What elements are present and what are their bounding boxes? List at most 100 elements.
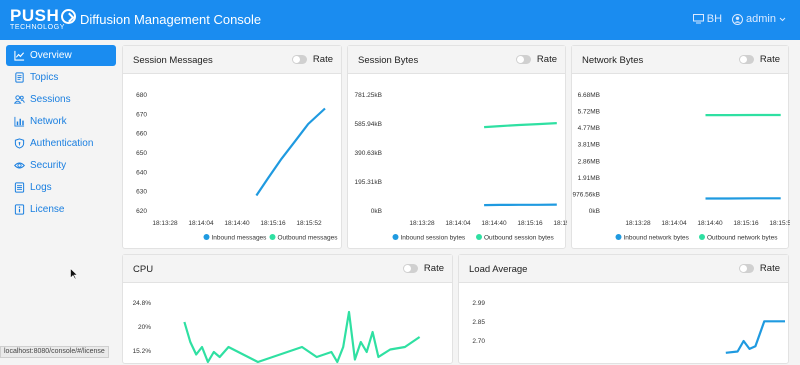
x-tick-label: 18:15:16 — [260, 220, 286, 227]
x-tick-label: 18:14:40 — [481, 220, 507, 227]
sidebar-item-sessions[interactable]: Sessions — [6, 89, 116, 110]
chart-legend: Inbound session bytes Outbound session by… — [393, 234, 555, 242]
sidebar-item-network[interactable]: Network — [6, 111, 116, 132]
session-messages-card: Session Messages Rate 680670660650640630… — [122, 45, 342, 249]
sidebar-item-topics[interactable]: Topics — [6, 67, 116, 88]
toggle-switch[interactable] — [739, 264, 754, 273]
card-header: Session Bytes Rate — [348, 46, 565, 74]
legend-label: Outbound session bytes — [484, 235, 554, 242]
legend-label: Outbound messages — [278, 235, 339, 242]
x-tick-label: 18:14:40 — [697, 220, 723, 227]
sidebar-item-license[interactable]: License — [6, 199, 116, 220]
sidebar-item-label: Topics — [30, 72, 58, 83]
logo-circle-icon — [61, 9, 76, 24]
cpu-card: CPU Rate 24.8%20%15.2% — [122, 254, 453, 364]
chart-legend: Inbound network bytesOutbound network by… — [616, 234, 779, 242]
mouse-cursor-icon — [70, 268, 78, 280]
legend-marker — [270, 234, 276, 240]
sidebar-item-overview[interactable]: Overview — [6, 45, 116, 66]
sidebar-item-label: Logs — [30, 182, 52, 193]
push-logo[interactable]: PUSH TECHNOLOGY — [10, 6, 76, 31]
user-menu[interactable]: admin — [732, 13, 786, 25]
rate-toggle[interactable]: Rate — [516, 54, 557, 65]
legend-marker — [476, 234, 482, 240]
x-tick-label: 18:13:28 — [625, 220, 651, 227]
chart-line-icon — [14, 50, 25, 61]
legend-label: Inbound session bytes — [401, 235, 466, 242]
rate-toggle[interactable]: Rate — [403, 263, 444, 274]
sidebar-item-label: Network — [30, 116, 67, 127]
y-tick-label: 2.85 — [472, 319, 485, 326]
info-icon — [14, 204, 25, 215]
card-title: Load Average — [469, 264, 527, 275]
y-tick-label: 195.31kB — [355, 179, 382, 186]
y-tick-label: 976.56kB — [573, 191, 600, 198]
sidebar-item-label: Authentication — [30, 138, 93, 149]
rate-label: Rate — [313, 54, 333, 65]
series-line — [484, 123, 557, 127]
y-tick-label: 390.63kB — [355, 150, 382, 157]
cpu-chart: 24.8%20%15.2% — [123, 283, 454, 365]
rate-label: Rate — [424, 263, 444, 274]
series-line — [484, 205, 557, 206]
y-tick-label: 20% — [138, 324, 151, 331]
x-tick-label: 18:15:52 — [769, 220, 790, 227]
sidebar-item-security[interactable]: Security — [6, 155, 116, 176]
y-tick-label: 2.86MB — [578, 158, 600, 165]
document-icon — [14, 72, 25, 83]
eye-icon — [14, 160, 25, 171]
x-tick-label: 18:13:28 — [152, 220, 178, 227]
network-bytes-card: Network Bytes Rate 6.68MB5.72MB4.77MB3.8… — [571, 45, 789, 249]
app-title: Diffusion Management Console — [80, 12, 261, 27]
legend-label: Inbound messages — [212, 235, 268, 242]
y-tick-label: 5.72MB — [578, 109, 600, 116]
server-label: BH — [707, 13, 722, 25]
users-icon — [14, 94, 25, 105]
y-tick-label: 585.94kB — [355, 121, 382, 128]
rate-toggle[interactable]: Rate — [739, 54, 780, 65]
y-tick-label: 15.2% — [133, 348, 152, 355]
top-bar: PUSH TECHNOLOGY Diffusion Management Con… — [0, 0, 800, 40]
legend-marker — [616, 234, 622, 240]
card-header: Session Messages Rate — [123, 46, 341, 74]
y-tick-label: 0kB — [589, 208, 600, 215]
logo-text: PUSH — [10, 6, 59, 26]
y-tick-label: 640 — [136, 169, 147, 176]
user-label: admin — [746, 13, 776, 25]
y-tick-label: 6.68MB — [578, 92, 600, 99]
sidebar-item-label: Security — [30, 160, 66, 171]
toggle-switch[interactable] — [292, 55, 307, 64]
y-tick-label: 680 — [136, 92, 147, 99]
x-tick-label: 18:14:04 — [661, 220, 687, 227]
y-tick-label: 4.77MB — [578, 125, 600, 132]
toggle-switch[interactable] — [403, 264, 418, 273]
bar-chart-icon — [14, 116, 25, 127]
y-tick-label: 660 — [136, 131, 147, 138]
y-tick-label: 670 — [136, 111, 147, 118]
sidebar-item-authentication[interactable]: Authentication — [6, 133, 116, 154]
rate-toggle[interactable]: Rate — [739, 263, 780, 274]
legend-marker — [204, 234, 210, 240]
server-indicator[interactable]: BH — [693, 13, 722, 25]
x-tick-label: 18:13:28 — [409, 220, 435, 227]
toggle-switch[interactable] — [516, 55, 531, 64]
rate-toggle[interactable]: Rate — [292, 54, 333, 65]
x-tick-label: 18:14:04 — [445, 220, 471, 227]
x-tick-label: 18:15:52 — [296, 220, 322, 227]
series-line — [256, 109, 325, 196]
card-title: CPU — [133, 264, 153, 275]
card-title: Session Messages — [133, 55, 213, 66]
rate-label: Rate — [760, 54, 780, 65]
x-tick-label: 18:14:04 — [188, 220, 214, 227]
load-average-card: Load Average Rate 2.992.852.70 — [458, 254, 789, 364]
x-tick-label: 18:14:40 — [224, 220, 250, 227]
chevron-down-icon — [779, 17, 786, 22]
chart-legend: Inbound messages Outbound messages — [204, 234, 339, 242]
y-tick-label: 2.99 — [472, 300, 485, 307]
network-bytes-chart: 6.68MB5.72MB4.77MB3.81MB2.86MB1.91MB976.… — [572, 74, 790, 249]
load-average-chart: 2.992.852.70 — [459, 283, 790, 365]
card-title: Network Bytes — [582, 55, 643, 66]
sidebar-item-logs[interactable]: Logs — [6, 177, 116, 198]
toggle-switch[interactable] — [739, 55, 754, 64]
shield-icon — [14, 138, 25, 149]
